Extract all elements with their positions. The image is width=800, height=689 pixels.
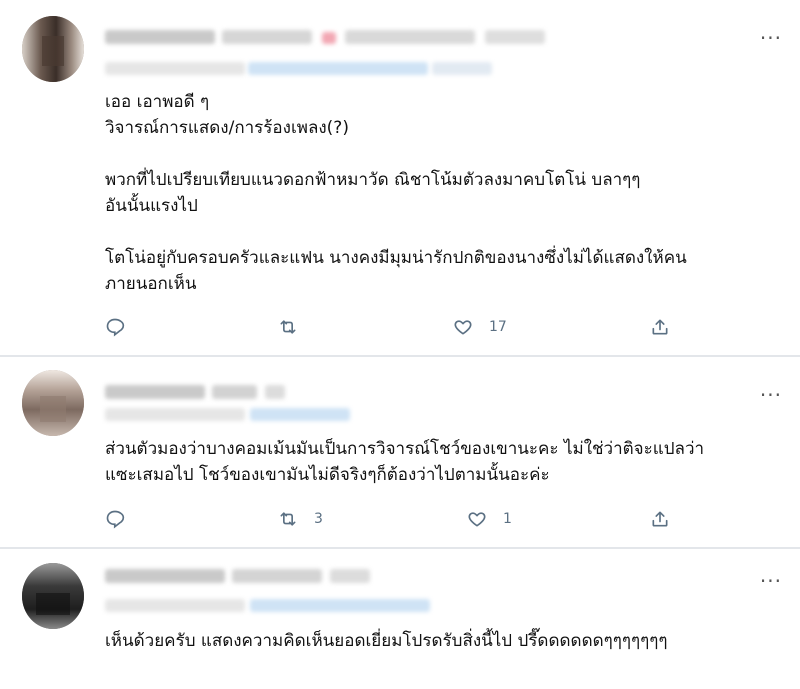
reply-button[interactable]	[105, 317, 141, 337]
tweet-card[interactable]: ··· เออ เอาพอดี ๆ วิจารณ์การแสดง/การร้อง…	[0, 0, 800, 357]
reply-icon	[106, 510, 125, 529]
heart-icon	[454, 320, 472, 335]
share-button[interactable]	[650, 509, 670, 529]
share-icon	[652, 319, 668, 335]
retweet-icon	[280, 512, 296, 526]
tweet-card[interactable]: ··· เห็นด้วยครับ แสดงความคิดเห็นยอดเยี่ย…	[0, 549, 800, 689]
like-button[interactable]: 17	[453, 317, 507, 337]
avatar[interactable]	[22, 370, 84, 436]
share-icon	[652, 511, 668, 527]
retweet-button[interactable]: 3	[278, 509, 323, 529]
heart-icon	[468, 512, 486, 527]
share-button[interactable]	[650, 317, 670, 337]
like-count: 1	[503, 511, 512, 527]
avatar[interactable]	[22, 563, 84, 629]
tweet-text: เห็นด้วยครับ แสดงความคิดเห็นยอดเยี่ยมโปร…	[105, 631, 668, 651]
retweet-count: 3	[314, 511, 323, 527]
reply-button[interactable]	[105, 509, 141, 529]
more-options-icon[interactable]: ···	[760, 28, 782, 48]
like-count: 17	[489, 319, 507, 335]
retweet-icon	[280, 320, 296, 334]
tweet-actions: 3 1	[105, 509, 705, 533]
tweet-text: ส่วนตัวมองว่าบางคอมเม้นมันเป็นการวิจารณ์…	[105, 439, 705, 485]
tweet-text: เออ เอาพอดี ๆ วิจารณ์การแสดง/การร้องเพลง…	[105, 92, 687, 294]
reply-icon	[106, 318, 125, 337]
more-options-icon[interactable]: ···	[760, 385, 782, 405]
like-button[interactable]: 1	[467, 509, 512, 529]
retweet-button[interactable]	[278, 317, 314, 337]
more-options-icon[interactable]: ···	[760, 571, 782, 591]
tweet-actions: 17	[105, 317, 705, 341]
tweet-card[interactable]: ··· ส่วนตัวมองว่าบางคอมเม้นมันเป็นการวิจ…	[0, 357, 800, 549]
avatar[interactable]	[22, 16, 84, 82]
